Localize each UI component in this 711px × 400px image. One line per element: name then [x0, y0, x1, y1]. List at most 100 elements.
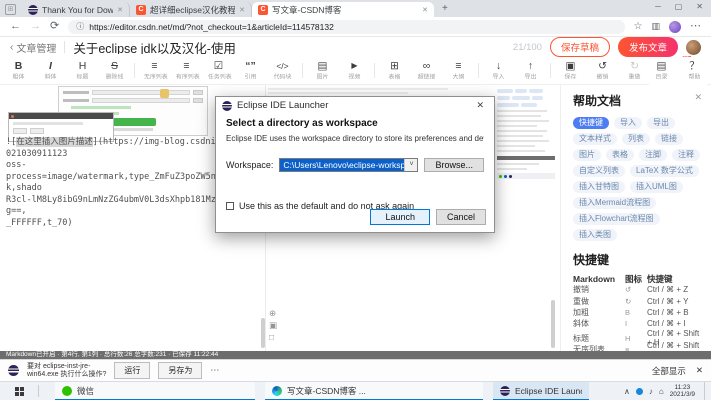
insert-table-button[interactable]: ⊞表格	[382, 60, 407, 82]
site-info-icon[interactable]: ⓘ	[76, 21, 84, 32]
bold-icon: B	[6, 60, 31, 72]
square-icon[interactable]: □	[269, 333, 277, 342]
window-maximize-button[interactable]: ▢	[675, 2, 683, 11]
browser-menu-icon[interactable]: ⋯	[690, 21, 701, 32]
taskbar-clock[interactable]: 11:23 2021/3/9	[670, 384, 695, 399]
back-to-articles-link[interactable]: ‹ 文章管理	[10, 40, 56, 55]
help-tag[interactable]: 导出	[647, 117, 675, 129]
network-icon[interactable]: ♪	[649, 387, 653, 396]
download-more-icon[interactable]: ⋯	[210, 365, 219, 376]
shortcut-row: 加粗 B Ctrl / ⌘ + B	[573, 307, 701, 318]
shortcut-icon: B	[625, 308, 647, 317]
help-tag[interactable]: 导入	[614, 117, 642, 129]
tab-title: Thank You for Downloading Ecli...	[42, 5, 113, 15]
quote-button[interactable]: “”引用	[238, 60, 263, 82]
address-bar[interactable]: ⓘ https://editor.csdn.net/md/?not_checko…	[68, 20, 624, 34]
shelf-close-icon[interactable]: ✕	[696, 365, 703, 376]
unordered-list-button[interactable]: ≡无序列表	[142, 60, 167, 82]
browse-button[interactable]: Browse...	[424, 158, 484, 172]
chevron-down-icon[interactable]: ˅	[404, 159, 417, 171]
unordered-list-icon: ≡	[142, 60, 167, 72]
help-tag[interactable]: 注脚	[639, 149, 667, 161]
redo-button: ↻重做	[622, 60, 647, 82]
insert-video-button[interactable]: ▶视频	[342, 60, 367, 82]
divider	[302, 63, 303, 78]
toc-button[interactable]: ▤目录	[649, 60, 674, 82]
favorite-star-icon[interactable]: ☆	[634, 21, 643, 32]
tab-editor-active[interactable]: C 写文章-CSDN博客 ✕	[252, 2, 434, 17]
tab-close-icon[interactable]: ✕	[422, 6, 428, 14]
publish-button[interactable]: 发布文章	[618, 37, 678, 57]
run-button[interactable]: 运行	[114, 362, 150, 379]
refresh-icon[interactable]: ⟳	[50, 21, 59, 32]
help-tag[interactable]: LaTeX 数学公式	[630, 165, 699, 177]
tab-csdn-article[interactable]: C 超详细eclipse汉化教程 - CSDN博... ✕	[130, 2, 252, 17]
undo-button[interactable]: ↺撤销	[590, 60, 615, 82]
collections-icon[interactable]: ▥	[651, 21, 660, 32]
help-tag[interactable]: 插入Flowchart流程图	[573, 213, 660, 225]
bold-button[interactable]: B粗体	[6, 60, 31, 82]
window-close-button[interactable]: ✕	[696, 2, 703, 11]
article-title-input[interactable]	[73, 40, 505, 54]
help-tag[interactable]: 链接	[655, 133, 683, 145]
back-icon[interactable]: ←	[10, 21, 21, 32]
taskbar-app-edge[interactable]: 写文章-CSDN博客 ...	[265, 382, 483, 400]
help-sidebar: 帮助文档 ✕ 快捷键导入导出文本样式列表链接图片表格注脚注释自定义列表LaTeX…	[560, 85, 711, 351]
import-button[interactable]: ↓导入	[486, 60, 511, 82]
italic-button[interactable]: I斜体	[38, 60, 63, 82]
browser-logo-icon[interactable]: ⊞	[5, 4, 16, 15]
user-avatar[interactable]	[686, 40, 701, 55]
outline-button[interactable]: ≡大纲	[446, 60, 471, 82]
show-desktop-button[interactable]	[704, 382, 707, 400]
help-tag[interactable]: 列表	[622, 133, 650, 145]
save-draft-button[interactable]: 保存草稿	[550, 37, 610, 57]
help-tag[interactable]: 快捷键	[573, 117, 609, 129]
tray-expand-icon[interactable]: ∧	[624, 387, 630, 396]
dialog-titlebar[interactable]: Eclipse IDE Launcher ✕	[216, 97, 494, 114]
tab-eclipse-download[interactable]: Thank You for Downloading Ecli... ✕	[22, 2, 130, 17]
workspace-combobox[interactable]: C:\Users\Lenovo\eclipse-workspace ˅	[279, 158, 418, 172]
toc-icon: ▤	[649, 60, 674, 72]
task-list-button[interactable]: ☑任务列表	[206, 60, 231, 82]
help-tag[interactable]: 插入UML图	[630, 181, 683, 193]
help-tag[interactable]: 插入Mermaid流程图	[573, 197, 656, 209]
code-block-button[interactable]: </>代码块	[270, 60, 295, 82]
editor-scrollbar[interactable]	[261, 318, 265, 348]
insert-image-button[interactable]: ▤图片	[310, 60, 335, 82]
help-tag[interactable]: 自定义列表	[573, 165, 625, 177]
save-button[interactable]: ▣保存	[558, 60, 583, 82]
heading-button[interactable]: H标题	[70, 60, 95, 82]
tab-close-icon[interactable]: ✕	[117, 6, 123, 14]
ordered-list-button[interactable]: ≡有序列表	[174, 60, 199, 82]
checkbox-icon[interactable]	[226, 202, 234, 210]
help-tag[interactable]: 图片	[573, 149, 601, 161]
new-tab-button[interactable]: +	[442, 3, 448, 14]
help-tag[interactable]: 注释	[672, 149, 700, 161]
close-icon[interactable]: ✕	[694, 92, 702, 103]
crosshair-icon[interactable]: ⊕	[269, 309, 277, 318]
preview-scrollbar[interactable]	[551, 300, 555, 348]
start-button[interactable]	[0, 387, 38, 396]
strikethrough-button[interactable]: S删除线	[102, 60, 127, 82]
window-minimize-button[interactable]: ─	[655, 2, 661, 11]
volume-icon[interactable]: ⌂	[659, 387, 664, 396]
tab-title: 写文章-CSDN博客	[272, 4, 341, 16]
help-tag[interactable]: 文本样式	[573, 133, 617, 145]
dialog-close-icon[interactable]: ✕	[472, 100, 488, 111]
save-as-button[interactable]: 另存为	[158, 362, 202, 379]
help-tag[interactable]: 插入类图	[573, 229, 617, 241]
fit-view-icon[interactable]: ▣	[269, 321, 277, 330]
hyperlink-button[interactable]: ∞超链接	[414, 60, 439, 82]
show-all-downloads-link[interactable]: 全部显示	[652, 365, 686, 377]
export-button[interactable]: ↑导出	[518, 60, 543, 82]
launch-button[interactable]: Launch	[370, 209, 430, 225]
tab-close-icon[interactable]: ✕	[239, 6, 245, 14]
help-tag[interactable]: 表格	[606, 149, 634, 161]
tray-app-icon[interactable]	[636, 388, 643, 395]
cancel-button[interactable]: Cancel	[436, 209, 486, 225]
help-tag[interactable]: 插入甘特图	[573, 181, 625, 193]
browser-profile-avatar[interactable]	[669, 21, 681, 33]
taskbar-app-wechat[interactable]: 微信	[55, 382, 255, 400]
help-button[interactable]: ？帮助	[682, 60, 707, 82]
taskbar-app-eclipse[interactable]: Eclipse IDE Launc...	[493, 382, 589, 400]
